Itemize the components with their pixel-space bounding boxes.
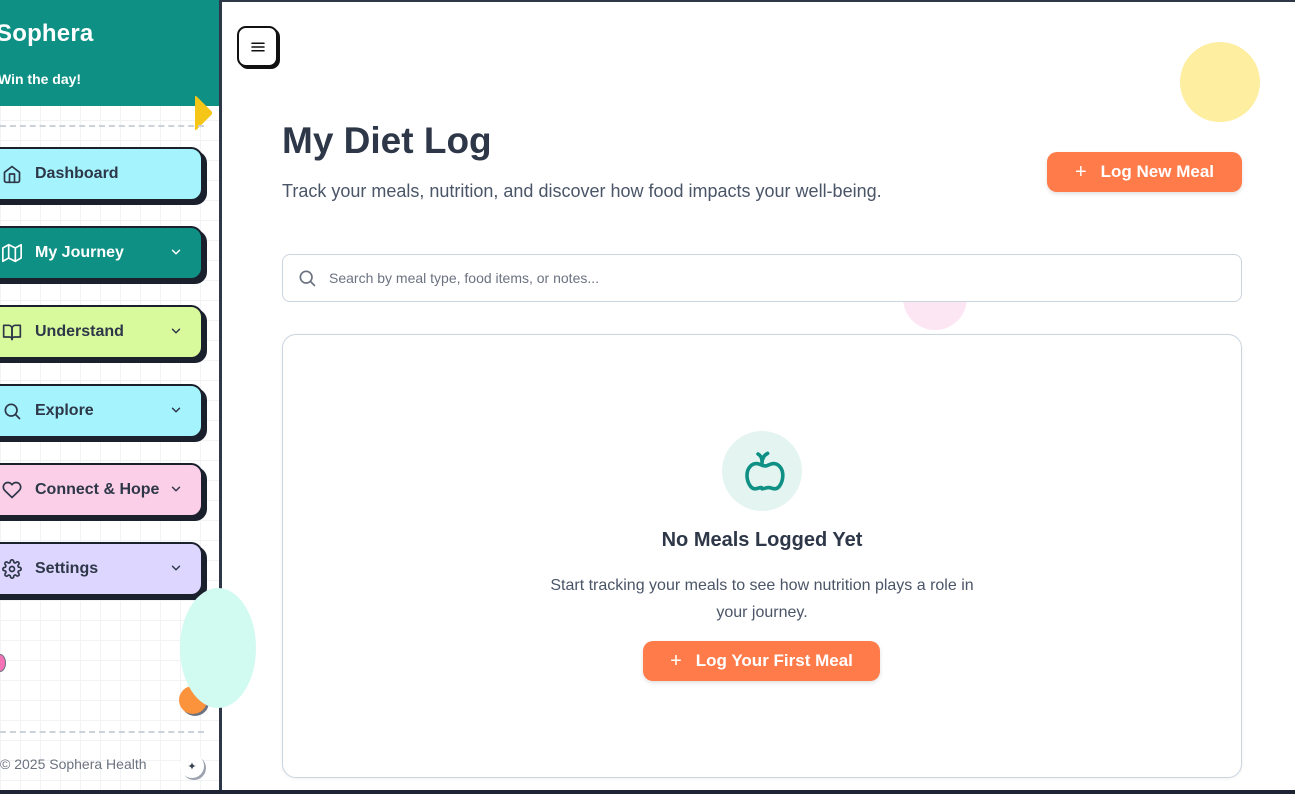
log-first-meal-button[interactable]: + Log Your First Meal xyxy=(643,641,880,681)
button-label: Log New Meal xyxy=(1100,162,1215,181)
sidebar-item-connect-hope[interactable]: Connect & Hope xyxy=(0,463,203,517)
plus-icon: + xyxy=(670,649,682,672)
page-subtitle: Track your meals, nutrition, and discove… xyxy=(282,181,882,201)
search-input[interactable] xyxy=(329,270,1209,286)
pink-circle-decoration xyxy=(903,298,967,330)
sidebar-item-label: My Journey xyxy=(35,244,124,261)
chevron-down-icon xyxy=(171,565,181,571)
book-open-icon xyxy=(2,321,24,343)
chevron-down-icon xyxy=(171,328,181,334)
plus-icon: + xyxy=(1074,160,1087,183)
divider xyxy=(0,731,204,733)
empty-state-card: No Meals Logged Yet Start tracking your … xyxy=(282,334,1242,778)
sidebar-item-label: Understand xyxy=(35,323,124,340)
empty-state-title: No Meals Logged Yet xyxy=(661,529,863,551)
sidebar-item-label: Connect & Hope xyxy=(35,481,160,498)
sidebar-item-understand[interactable]: Understand xyxy=(0,305,203,359)
log-new-meal-button[interactable]: + Log New Meal xyxy=(1047,152,1242,192)
apple-icon-badge xyxy=(722,431,802,511)
sidebar-item-label: Settings xyxy=(35,560,99,577)
button-label: Log Your First Meal xyxy=(695,651,853,670)
chevron-down-icon xyxy=(171,407,181,413)
heart-icon xyxy=(2,479,24,501)
sparkle-icon[interactable]: ✦ xyxy=(180,754,204,778)
pink-dot-decoration xyxy=(0,654,6,672)
chevron-down-icon xyxy=(171,249,181,255)
sidebar-item-label: Dashboard xyxy=(35,165,119,182)
menu-toggle-button[interactable] xyxy=(237,26,278,67)
yellow-circle-decoration xyxy=(1180,42,1260,122)
gear-icon xyxy=(2,558,24,580)
page-title: My Diet Log xyxy=(282,120,492,161)
tagline: Win the day! xyxy=(0,71,82,87)
chevron-down-icon xyxy=(171,486,181,492)
hamburger-icon xyxy=(250,42,265,51)
copyright-text: © 2025 Sophera Health xyxy=(0,756,147,772)
sidebar-item-label: Explore xyxy=(35,402,94,419)
map-icon xyxy=(2,242,24,264)
search-bar xyxy=(282,254,1242,302)
sidebar-item-explore[interactable]: Explore xyxy=(0,384,203,438)
home-icon xyxy=(2,163,24,185)
apple-icon xyxy=(745,451,785,491)
sidebar-header: Sophera Win the day! xyxy=(0,0,219,106)
search-icon xyxy=(299,270,316,287)
sidebar-item-settings[interactable]: Settings xyxy=(0,542,203,596)
divider xyxy=(0,125,204,127)
brand-name[interactable]: Sophera xyxy=(0,20,93,48)
mint-blob-decoration xyxy=(180,588,256,708)
sidebar-item-my-journey[interactable]: My Journey xyxy=(0,226,203,280)
empty-state-description: Start tracking your meals to see how nut… xyxy=(550,577,974,621)
bottom-border xyxy=(0,790,1295,794)
top-border xyxy=(222,0,1295,2)
search-icon xyxy=(2,400,24,422)
sidebar-item-dashboard[interactable]: Dashboard xyxy=(0,147,203,201)
